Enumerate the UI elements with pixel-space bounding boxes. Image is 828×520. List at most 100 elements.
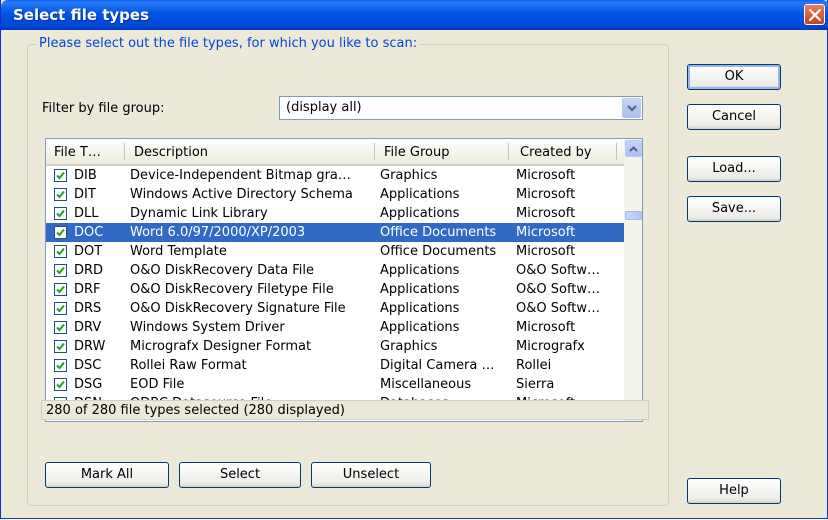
cell-description: Device-Independent Bitmap gra… [130, 168, 351, 183]
cell-description: Word Template [130, 244, 227, 259]
cell-file-type: DSC [74, 358, 102, 373]
cell-description: Micrografx Designer Format [130, 339, 312, 354]
cell-file-type: DOT [74, 244, 103, 259]
column-separator[interactable] [124, 143, 125, 160]
column-header-created-by[interactable]: Created by [520, 145, 592, 160]
cell-description: Windows Active Directory Schema [130, 187, 353, 202]
cell-file-type: DSG [74, 377, 103, 392]
table-row[interactable]: DRD O&O DiskRecovery Data File Application… [46, 261, 624, 280]
cell-file-group: Office Documents [380, 225, 497, 240]
row-checkbox[interactable] [54, 264, 67, 277]
cell-file-type: DRF [74, 282, 101, 297]
checkmark-icon [56, 190, 65, 199]
close-icon [809, 9, 821, 21]
checkmark-icon [56, 342, 65, 351]
cell-description: EOD File [130, 377, 185, 392]
dialog-window: Select file types Please select out the … [0, 0, 828, 519]
row-checkbox[interactable] [54, 207, 67, 220]
chevron-down-icon [627, 105, 637, 112]
help-button[interactable]: Help [687, 478, 781, 504]
row-checkbox[interactable] [54, 245, 67, 258]
unselect-button[interactable]: Unselect [311, 462, 431, 488]
combobox-dropdown-button[interactable] [622, 98, 641, 118]
table-row[interactable]: DOT Word Template Office Documents Microsof… [46, 242, 624, 261]
table-row[interactable]: DOC Word 6.0/97/2000/XP/2003 Office Docume… [46, 223, 624, 242]
cell-file-type: DRD [74, 263, 104, 278]
cell-created-by: Microsoft [516, 187, 576, 202]
cell-file-type: DIT [74, 187, 96, 202]
table-row[interactable]: DRS O&O DiskRecovery Signature File Applic… [46, 299, 624, 318]
cell-description: Rollei Raw Format [130, 358, 247, 373]
row-checkbox[interactable] [54, 378, 67, 391]
column-header-file-group[interactable]: File Group [384, 145, 449, 160]
filter-group-value: (display all) [286, 100, 362, 115]
row-checkbox[interactable] [54, 169, 67, 182]
row-checkbox[interactable] [54, 226, 67, 239]
ok-button[interactable]: OK [687, 64, 781, 90]
row-checkbox[interactable] [54, 321, 67, 334]
file-types-list[interactable]: File T… Description File Group Created b… [45, 138, 643, 422]
column-separator[interactable] [508, 143, 509, 160]
load-button[interactable]: Load... [687, 156, 781, 182]
groupbox-legend: Please select out the file types, for wh… [36, 36, 421, 51]
cell-file-group: Applications [380, 187, 460, 202]
checkmark-icon [56, 247, 65, 256]
row-checkbox[interactable] [54, 188, 67, 201]
checkmark-icon [56, 323, 65, 332]
table-row[interactable]: DIB Device-Independent Bitmap gra… Graphic… [46, 166, 624, 185]
table-row[interactable]: DIT Windows Active Directory Schema Applic… [46, 185, 624, 204]
filter-group-combobox[interactable]: (display all) [279, 96, 643, 120]
selection-status-bar: 280 of 280 file types selected (280 disp… [41, 400, 649, 420]
cell-file-group: Graphics [380, 339, 438, 354]
select-button[interactable]: Select [179, 462, 301, 488]
cell-file-group: Office Documents [380, 244, 497, 259]
column-separator[interactable] [616, 143, 617, 160]
cell-description: Word 6.0/97/2000/XP/2003 [130, 225, 306, 240]
checkmark-icon [56, 266, 65, 275]
checkmark-icon [56, 228, 65, 237]
cell-description: O&O DiskRecovery Signature File [130, 301, 346, 316]
cell-created-by: Microsoft [516, 206, 576, 221]
cell-created-by: Micrografx [516, 339, 585, 354]
close-button[interactable] [804, 4, 825, 25]
cell-created-by: Sierra [516, 377, 555, 392]
row-checkbox[interactable] [54, 283, 67, 296]
cancel-button[interactable]: Cancel [687, 104, 781, 130]
table-row[interactable]: DSG EOD File Miscellaneous Sierra [46, 375, 624, 394]
column-header-description[interactable]: Description [134, 145, 208, 160]
row-checkbox[interactable] [54, 340, 67, 353]
column-separator[interactable] [374, 143, 375, 160]
cell-created-by: O&O Softw… [516, 301, 601, 316]
cell-file-group: Applications [380, 282, 460, 297]
filter-label: Filter by file group: [42, 101, 165, 116]
row-checkbox[interactable] [54, 359, 67, 372]
checkmark-icon [56, 285, 65, 294]
table-row[interactable]: DRF O&O DiskRecovery Filetype File Applica… [46, 280, 624, 299]
scroll-up-button[interactable] [625, 140, 642, 157]
chevron-up-icon [629, 146, 638, 152]
save-button[interactable]: Save... [687, 196, 781, 222]
cell-file-group: Digital Camera … [380, 358, 495, 373]
table-row[interactable]: DLL Dynamic Link Library Applications Micro… [46, 204, 624, 223]
table-row[interactable]: DSC Rollei Raw Format Digital Camera … Roll… [46, 356, 624, 375]
table-row[interactable]: DRW Micrografx Designer Format Graphics Mic… [46, 337, 624, 356]
cell-created-by: Microsoft [516, 244, 576, 259]
selection-status-text: 280 of 280 file types selected (280 disp… [46, 403, 345, 418]
window-title: Select file types [13, 6, 150, 24]
cell-file-type: DRW [74, 339, 106, 354]
cell-file-type: DLL [74, 206, 99, 221]
mark-all-button[interactable]: Mark All [45, 462, 169, 488]
column-header-file-type[interactable]: File T… [54, 145, 101, 160]
title-bar[interactable]: Select file types [1, 0, 828, 30]
cell-description: O&O DiskRecovery Filetype File [130, 282, 334, 297]
checkmark-icon [56, 361, 65, 370]
cell-file-group: Applications [380, 206, 460, 221]
row-checkbox[interactable] [54, 302, 67, 315]
cell-created-by: O&O Softw… [516, 263, 601, 278]
table-row[interactable]: DRV Windows System Driver Applications Micr… [46, 318, 624, 337]
scrollbar-thumb[interactable] [625, 211, 642, 220]
cell-created-by: O&O Softw… [516, 282, 601, 297]
list-vertical-scrollbar[interactable] [624, 139, 642, 421]
cell-created-by: Microsoft [516, 225, 576, 240]
cell-description: O&O DiskRecovery Data File [130, 263, 314, 278]
